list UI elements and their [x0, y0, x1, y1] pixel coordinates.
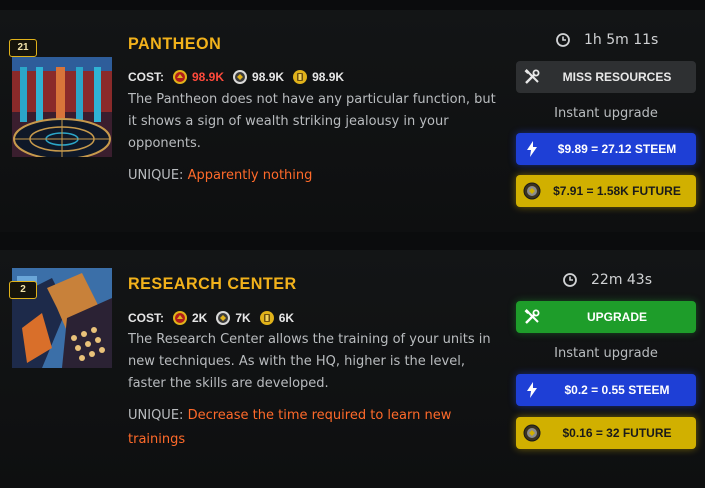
instant-upgrade-steem-button[interactable]: $0.2 = 0.55 STEEM: [516, 374, 696, 406]
cost-row: COST: 98.9K 98.9K 98.9K: [128, 69, 352, 85]
future-price-label: $0.16 = 32 FUTURE: [562, 426, 672, 440]
lightning-icon: [516, 382, 548, 398]
instant-upgrade-steem-button[interactable]: $9.89 = 27.12 STEEM: [516, 133, 696, 165]
building-title: PANTHEON: [128, 34, 222, 53]
lightning-icon: [516, 141, 548, 157]
future-token-icon: [516, 182, 548, 200]
instant-upgrade-future-button[interactable]: $7.91 = 1.58K FUTURE: [516, 175, 696, 207]
clock-icon: [563, 273, 577, 287]
cost-gold: 98.9K: [292, 69, 344, 85]
future-token-icon: [516, 424, 548, 442]
cost-gold-value: 6K: [278, 311, 295, 325]
building-description: The Research Center allows the training …: [128, 332, 491, 391]
building-title: RESEARCH CENTER: [128, 274, 297, 293]
coin-icon: [233, 70, 248, 84]
future-price-label: $7.91 = 1.58K FUTURE: [553, 184, 681, 198]
level-badge: 2: [9, 281, 37, 299]
building-description: The Pantheon does not have any particula…: [128, 92, 496, 151]
upgrade-label: UPGRADE: [586, 310, 647, 324]
food-icon: [173, 70, 187, 84]
unique-row: UNIQUE: Decrease the time required to le…: [128, 404, 503, 452]
cost-coin: 98.9K: [232, 69, 284, 85]
tools-icon: [516, 308, 548, 326]
cost-food: 2K: [172, 310, 207, 326]
clock-icon: [556, 33, 570, 47]
unique-row: UNIQUE: Apparently nothing: [128, 164, 503, 188]
upgrade-timer: 22m 43s: [563, 272, 652, 288]
instant-upgrade-future-button[interactable]: $0.16 = 32 FUTURE: [516, 417, 696, 449]
cost-food-value: 98.9K: [192, 70, 225, 84]
timer-value: 22m 43s: [591, 272, 653, 288]
cost-food-value: 2K: [192, 311, 208, 325]
cost-label: COST:: [128, 311, 164, 325]
unique-value: Apparently nothing: [187, 168, 313, 183]
cost-coin-value: 7K: [235, 311, 251, 325]
food-icon: [173, 311, 187, 325]
gold-icon: [293, 70, 308, 84]
cost-row: COST: 2K 7K 6K: [128, 310, 302, 326]
timer-value: 1h 5m 11s: [584, 32, 659, 48]
miss-resources-button[interactable]: MISS RESOURCES: [516, 61, 696, 93]
cost-gold: 6K: [259, 310, 294, 326]
unique-label: UNIQUE:: [128, 168, 184, 183]
cost-coin-value: 98.9K: [252, 70, 285, 84]
instant-upgrade-label: Instant upgrade: [554, 106, 658, 121]
steem-price-label: $9.89 = 27.12 STEEM: [557, 142, 677, 156]
unique-label: UNIQUE:: [128, 408, 184, 423]
gold-icon: [259, 311, 274, 325]
cost-label: COST:: [128, 70, 164, 84]
cost-gold-value: 98.9K: [312, 70, 345, 84]
pantheon-image: [12, 57, 112, 157]
tools-icon: [516, 68, 548, 86]
level-badge: 21: [9, 39, 37, 57]
building-card-research-center: 2 RESEARCH CENTER COST: 2K 7K 6K The Res…: [0, 250, 705, 488]
steem-price-label: $0.2 = 0.55 STEEM: [564, 383, 670, 397]
instant-upgrade-label: Instant upgrade: [554, 346, 658, 361]
cost-food: 98.9K: [172, 69, 224, 85]
coin-icon: [216, 311, 231, 325]
cost-coin: 7K: [215, 310, 251, 326]
upgrade-timer: 1h 5m 11s: [556, 32, 658, 48]
upgrade-button[interactable]: UPGRADE: [516, 301, 696, 333]
miss-resources-label: MISS RESOURCES: [562, 70, 672, 84]
building-card-pantheon: 21 PANTHEON COST: 98.9K 98.9K 98.9K The …: [0, 10, 705, 232]
